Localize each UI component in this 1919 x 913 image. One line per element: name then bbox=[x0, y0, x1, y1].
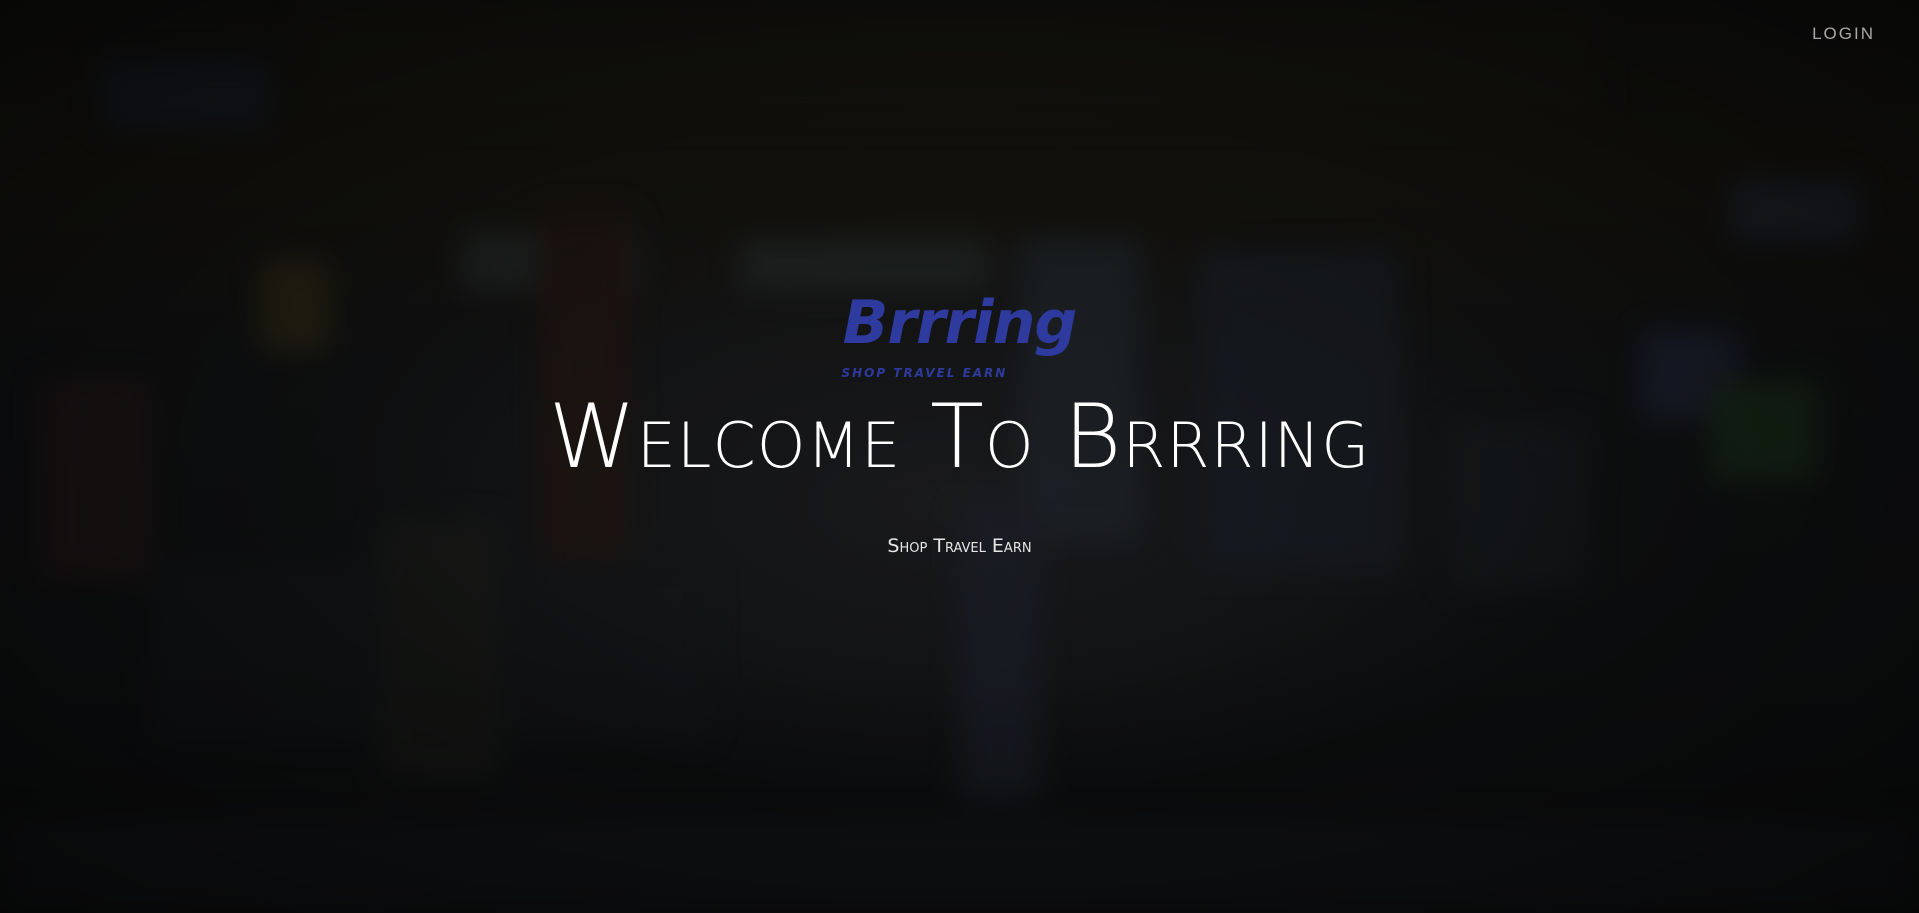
brand-logo: Brrring SHOP TRAVEL EARN bbox=[830, 288, 1090, 382]
logo-tagline: SHOP TRAVEL EARN bbox=[841, 366, 1008, 380]
hero-subheadline: Shop Travel Earn bbox=[887, 535, 1032, 557]
login-link[interactable]: LOGIN bbox=[1812, 24, 1875, 44]
landing-page: LOGIN Brrring SHOP TRAVEL EARN Welcome T… bbox=[0, 0, 1919, 913]
hero: Brrring SHOP TRAVEL EARN Welcome To Brrr… bbox=[0, 288, 1919, 557]
logo-wordmark: Brrring bbox=[842, 288, 1078, 358]
hero-headline: Welcome To Brrring bbox=[548, 385, 1371, 488]
